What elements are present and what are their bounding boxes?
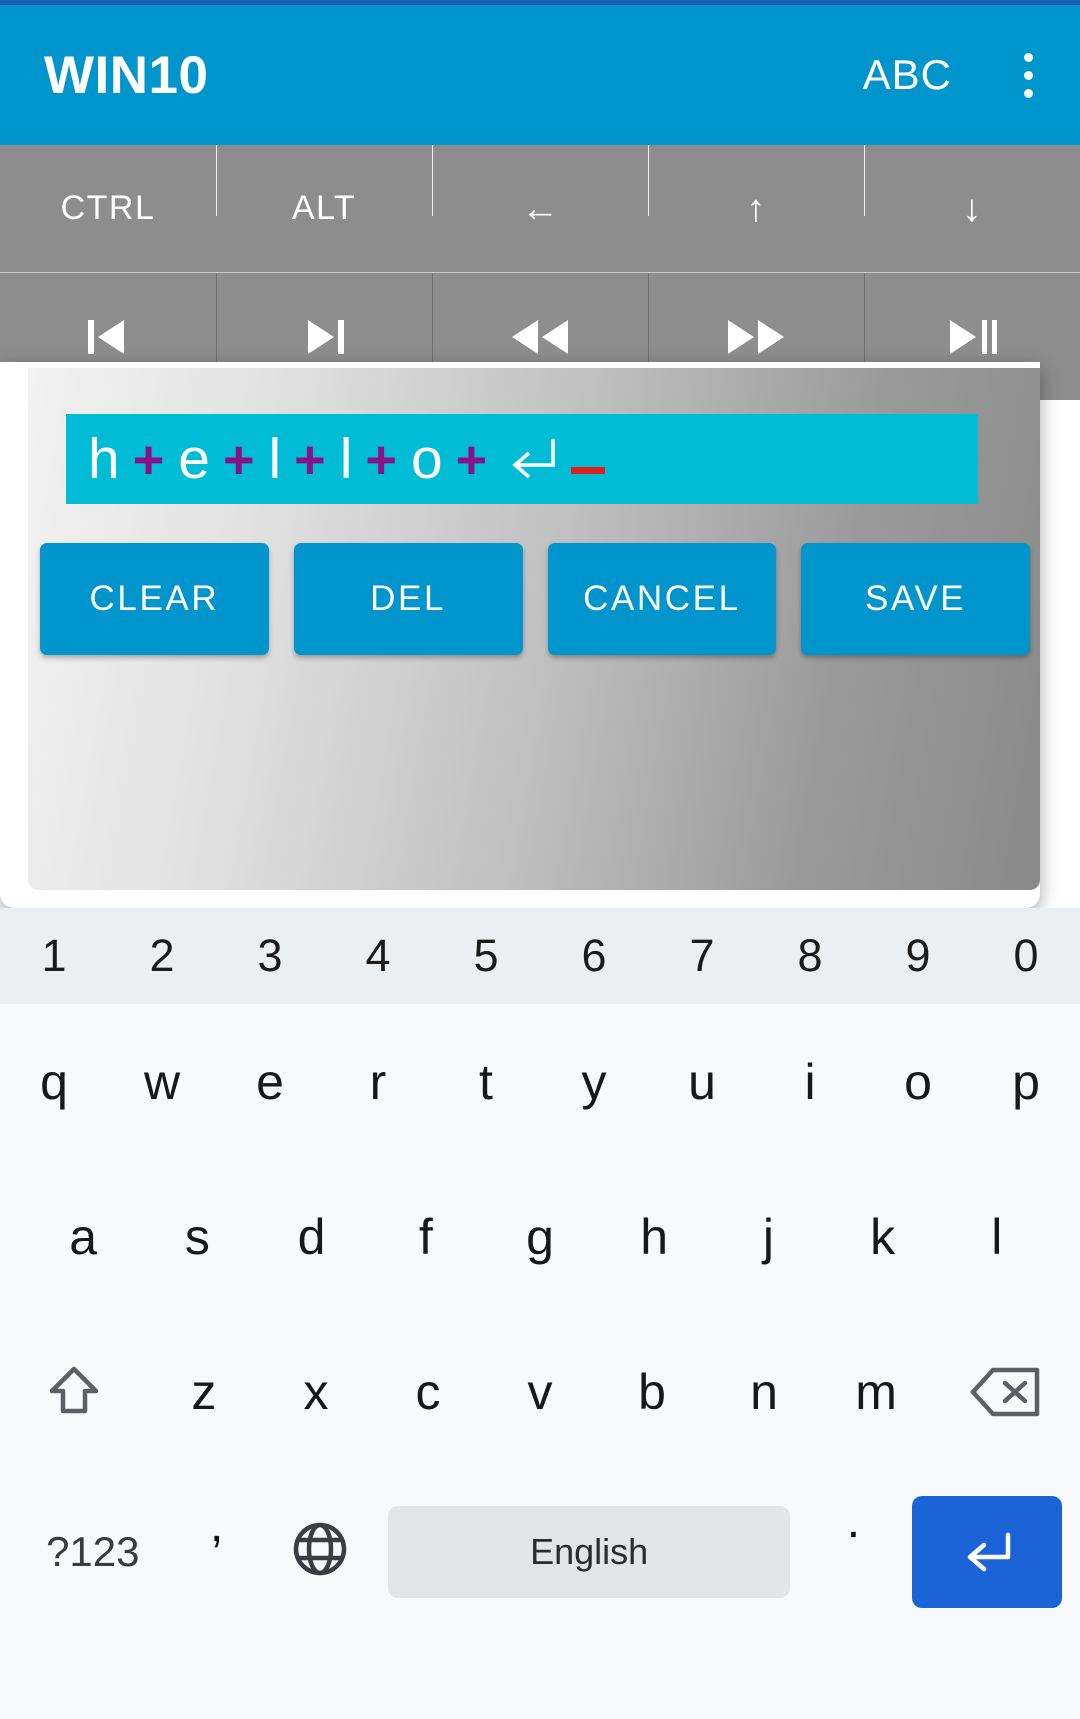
number-row: 1 2 3 4 5 6 7 8 9 0: [0, 908, 1080, 1004]
skip-previous-icon: [80, 312, 136, 362]
app-bar: WIN10 ABC: [0, 5, 1080, 145]
key-o[interactable]: o: [864, 1004, 972, 1159]
key-n[interactable]: n: [708, 1314, 820, 1469]
key-7[interactable]: 7: [648, 908, 756, 1004]
key-0[interactable]: 0: [972, 908, 1080, 1004]
key-q[interactable]: q: [0, 1004, 108, 1159]
arrow-up-key[interactable]: ↑: [648, 145, 864, 272]
backspace-key[interactable]: [932, 1314, 1080, 1469]
save-button[interactable]: SAVE: [801, 543, 1030, 655]
shift-key[interactable]: [0, 1314, 148, 1469]
keyboard-row-controls: ?123 , English .: [0, 1469, 1080, 1634]
arrow-down-key[interactable]: ↓: [864, 145, 1080, 272]
key-c[interactable]: c: [372, 1314, 484, 1469]
enter-key[interactable]: [912, 1495, 1062, 1608]
key-a[interactable]: a: [26, 1159, 140, 1314]
key-p[interactable]: p: [972, 1004, 1080, 1159]
macro-dialog-body: h + e + l + l + o + CLEAR DEL CANCEL SAV…: [28, 368, 1040, 890]
key-4[interactable]: 4: [324, 908, 432, 1004]
enter-icon: [954, 1525, 1020, 1579]
menu-dot: [1023, 70, 1033, 80]
shift-icon: [43, 1361, 105, 1423]
cancel-button[interactable]: CANCEL: [547, 543, 777, 655]
alt-key[interactable]: ALT: [216, 145, 432, 272]
key-j[interactable]: j: [711, 1159, 825, 1314]
del-button[interactable]: DEL: [293, 543, 523, 655]
key-3[interactable]: 3: [216, 908, 324, 1004]
globe-icon: [289, 1518, 351, 1585]
key-6[interactable]: 6: [540, 908, 648, 1004]
key-s[interactable]: s: [140, 1159, 254, 1314]
play-pause-icon: [942, 312, 1002, 362]
key-e[interactable]: e: [216, 1004, 324, 1159]
menu-dot: [1023, 88, 1033, 98]
keyboard-row-qwerty: q w e r t y u i o p: [0, 1004, 1080, 1159]
arrow-up-icon: ↑: [746, 187, 766, 230]
key-l[interactable]: l: [940, 1159, 1054, 1314]
fast-forward-icon: [720, 312, 792, 362]
period-key[interactable]: .: [804, 1492, 902, 1612]
key-5[interactable]: 5: [432, 908, 540, 1004]
key-y[interactable]: y: [540, 1004, 648, 1159]
app-screen: WIN10 ABC CTRL ALT ← ↑ ↓ h + e + l + l +…: [0, 0, 1080, 1719]
macro-token-key: o: [410, 426, 443, 491]
key-u[interactable]: u: [648, 1004, 756, 1159]
abc-mode-button[interactable]: ABC: [857, 43, 958, 107]
key-i[interactable]: i: [756, 1004, 864, 1159]
macro-token-key: l: [268, 426, 282, 491]
skip-next-icon: [296, 312, 352, 362]
menu-dot: [1023, 52, 1033, 62]
key-d[interactable]: d: [254, 1159, 368, 1314]
key-r[interactable]: r: [324, 1004, 432, 1159]
arrow-left-icon: ←: [521, 187, 559, 230]
key-h[interactable]: h: [597, 1159, 711, 1314]
key-v[interactable]: v: [484, 1314, 596, 1469]
dialog-action-row: CLEAR DEL CANCEL SAVE: [40, 543, 1030, 655]
macro-token-separator: +: [222, 429, 255, 490]
more-vertical-icon[interactable]: [998, 40, 1058, 110]
key-8[interactable]: 8: [756, 908, 864, 1004]
enter-key-icon: [501, 435, 565, 481]
key-x[interactable]: x: [260, 1314, 372, 1469]
macro-token-separator: +: [365, 429, 397, 490]
ctrl-key-label: CTRL: [60, 189, 156, 227]
ctrl-key[interactable]: CTRL: [0, 145, 216, 272]
keyboard-row-bottom-letters: z x c v b n m: [0, 1314, 1080, 1469]
key-g[interactable]: g: [483, 1159, 597, 1314]
symbols-key[interactable]: ?123: [18, 1492, 168, 1612]
key-t[interactable]: t: [432, 1004, 540, 1159]
key-1[interactable]: 1: [0, 908, 108, 1004]
keyboard-row-home: a s d f g h j k l: [0, 1159, 1080, 1314]
key-b[interactable]: b: [596, 1314, 708, 1469]
rewind-icon: [504, 312, 576, 362]
macro-token-separator: +: [132, 429, 165, 490]
arrow-down-icon: ↓: [962, 187, 982, 230]
macro-dialog: h + e + l + l + o + CLEAR DEL CANCEL SAV…: [0, 362, 1040, 908]
text-caret: [571, 466, 606, 474]
macro-sequence: h + e + l + l + o +: [88, 426, 606, 491]
backspace-icon: [969, 1364, 1043, 1420]
clear-button[interactable]: CLEAR: [40, 543, 269, 655]
macro-token-key: l: [339, 426, 353, 491]
alt-key-label: ALT: [291, 189, 357, 227]
macro-sequence-input[interactable]: h + e + l + l + o +: [66, 414, 978, 504]
key-2[interactable]: 2: [108, 908, 216, 1004]
space-key[interactable]: English: [387, 1505, 791, 1598]
language-switch-key[interactable]: [266, 1492, 374, 1612]
key-z[interactable]: z: [148, 1314, 260, 1469]
page-title: WIN10: [44, 45, 209, 105]
soft-keyboard: 1 2 3 4 5 6 7 8 9 0 q w e r t y u i o p …: [0, 908, 1080, 1719]
key-f[interactable]: f: [369, 1159, 483, 1314]
key-k[interactable]: k: [826, 1159, 940, 1314]
macro-token-key: e: [178, 426, 210, 491]
key-9[interactable]: 9: [864, 908, 972, 1004]
key-w[interactable]: w: [108, 1004, 216, 1159]
macro-token-key: h: [88, 426, 120, 491]
comma-key[interactable]: ,: [168, 1492, 266, 1612]
modifier-row: CTRL ALT ← ↑ ↓: [0, 145, 1080, 272]
macro-token-separator: +: [294, 429, 326, 490]
macro-token-separator: +: [455, 429, 488, 490]
arrow-left-key[interactable]: ←: [432, 145, 648, 272]
key-m[interactable]: m: [820, 1314, 932, 1469]
